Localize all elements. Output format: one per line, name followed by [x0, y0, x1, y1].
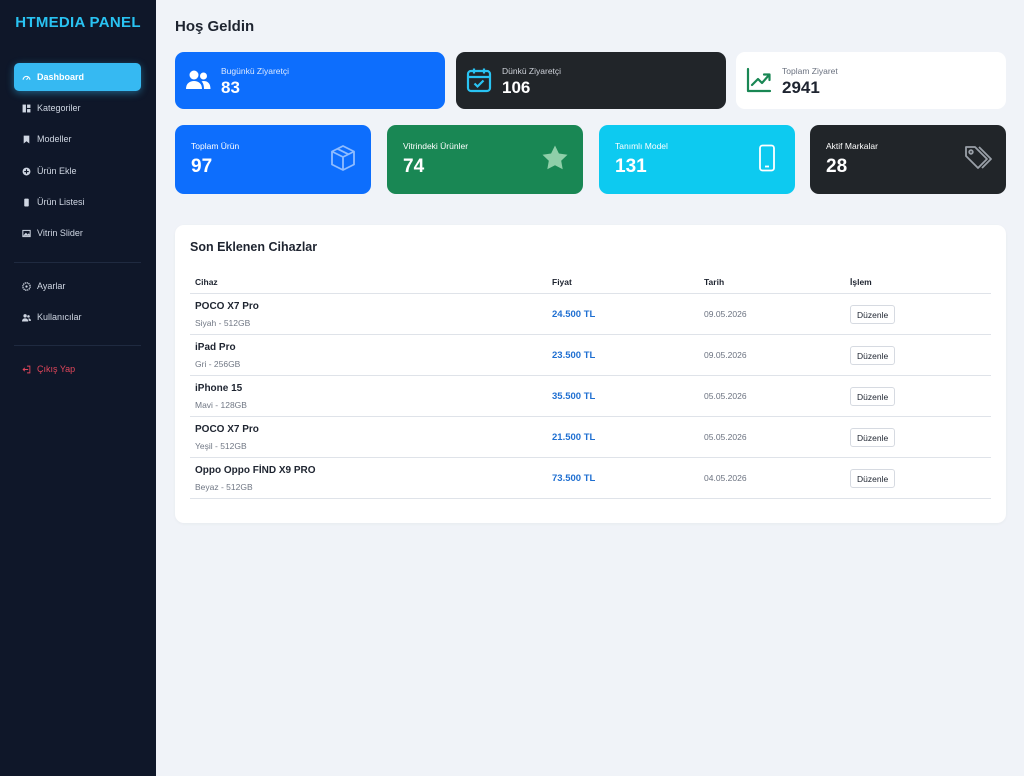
card-value: 83: [221, 78, 240, 97]
column-header-price: Fiyat: [552, 277, 572, 287]
sidebar-item-label: Ayarlar: [37, 281, 66, 291]
box-icon: [331, 145, 355, 171]
users-icon: [22, 313, 31, 322]
logout-icon: [22, 365, 31, 374]
recent-devices-panel: Son Eklenen Cihazlar Cihaz Fiyat Tarih İ…: [175, 225, 1006, 523]
device-name: POCO X7 Pro: [195, 424, 259, 435]
table-row: iPad Pro Gri - 256GB 23.500 TL 09.05.202…: [190, 335, 991, 376]
device-variant: Beyaz - 512GB: [195, 482, 253, 492]
defined-models-card: Tanımlı Model 131: [599, 125, 795, 194]
sidebar-item-label: Dashboard: [37, 72, 85, 82]
column-header-date: Tarih: [704, 277, 725, 287]
device-variant: Siyah - 512GB: [195, 318, 251, 328]
brand-logo[interactable]: HTMEDIA PANEL: [0, 14, 156, 31]
device-date: 09.05.2026: [704, 350, 747, 360]
card-label: Toplam Ziyaret: [782, 66, 838, 76]
device-date: 05.05.2026: [704, 391, 747, 401]
calendar-check-icon: [466, 68, 492, 93]
sidebar-item-label: Kullanıcılar: [37, 312, 82, 322]
total-products-card: Toplam Ürün 97: [175, 125, 371, 194]
sidebar-item-label: Ürün Ekle: [37, 166, 77, 176]
device-variant: Yeşil - 512GB: [195, 441, 247, 451]
card-label: Tanımlı Model: [615, 141, 668, 151]
edit-button[interactable]: Düzenle: [850, 428, 896, 447]
device-date: 05.05.2026: [704, 432, 747, 442]
card-value: 131: [615, 156, 647, 177]
device-date: 04.05.2026: [704, 473, 747, 483]
device-variant: Mavi - 128GB: [195, 400, 247, 410]
card-label: Vitrindeki Ürünler: [403, 141, 469, 151]
sidebar-item-vitrin-slider[interactable]: Vitrin Slider: [14, 219, 141, 247]
device-price: 73.500 TL: [552, 473, 596, 484]
image-icon: [22, 229, 31, 238]
device-name: iPad Pro: [195, 342, 236, 353]
users-icon: [186, 70, 211, 89]
row-divider: [190, 498, 991, 499]
sidebar-item-kategoriler[interactable]: Kategoriler: [14, 94, 141, 122]
sidebar-item-ayarlar[interactable]: Ayarlar: [14, 272, 141, 300]
grid-icon: [22, 104, 31, 113]
column-header-device: Cihaz: [195, 277, 218, 287]
device-price: 35.500 TL: [552, 391, 596, 402]
card-value: 2941: [782, 78, 820, 97]
device-variant: Gri - 256GB: [195, 359, 241, 369]
column-header-action: İşlem: [850, 277, 872, 287]
sidebar-item-modeller[interactable]: Modeller: [14, 125, 141, 153]
tags-icon: [965, 146, 992, 169]
edit-button[interactable]: Düzenle: [850, 305, 896, 324]
table-row: POCO X7 Pro Siyah - 512GB 24.500 TL 09.0…: [190, 294, 991, 335]
edit-button[interactable]: Düzenle: [850, 469, 896, 488]
phone-icon: [22, 198, 31, 207]
showcase-products-card: Vitrindeki Ürünler 74: [387, 125, 583, 194]
plus-circle-icon: [22, 167, 31, 176]
sidebar-item-urun-ekle[interactable]: Ürün Ekle: [14, 157, 141, 185]
device-name: POCO X7 Pro: [195, 301, 259, 312]
device-date: 09.05.2026: [704, 309, 747, 319]
device-price: 21.500 TL: [552, 432, 596, 443]
sidebar-item-label: Vitrin Slider: [37, 228, 83, 238]
card-label: Bugünkü Ziyaretçi: [221, 66, 290, 76]
sidebar-divider: [14, 345, 141, 346]
sidebar-item-kullanicilar[interactable]: Kullanıcılar: [14, 303, 141, 331]
gear-icon: [22, 281, 31, 291]
card-value: 74: [403, 156, 425, 177]
sidebar: HTMEDIA PANEL Dashboard Kategoriler Mode…: [0, 0, 156, 776]
total-visits-card: Toplam Ziyaret 2941: [736, 52, 1006, 109]
star-icon: [542, 145, 568, 170]
active-brands-card: Aktif Markalar 28: [810, 125, 1006, 194]
edit-button[interactable]: Düzenle: [850, 387, 896, 406]
sidebar-item-dashboard[interactable]: Dashboard: [14, 63, 141, 91]
sidebar-item-label: Kategoriler: [37, 103, 81, 113]
table-row: iPhone 15 Mavi - 128GB 35.500 TL 05.05.2…: [190, 376, 991, 417]
device-name: Oppo Oppo FİND X9 PRO: [195, 465, 316, 476]
gauge-icon: [22, 73, 31, 82]
sidebar-item-urun-listesi[interactable]: Ürün Listesi: [14, 188, 141, 216]
edit-button[interactable]: Düzenle: [850, 346, 896, 365]
device-price: 24.500 TL: [552, 309, 596, 320]
sidebar-item-logout[interactable]: Çıkış Yap: [14, 355, 141, 383]
panel-title: Son Eklenen Cihazlar: [190, 240, 318, 254]
card-label: Toplam Ürün: [191, 141, 240, 151]
device-name: iPhone 15: [195, 383, 243, 394]
sidebar-divider: [14, 262, 141, 263]
sidebar-item-label: Çıkış Yap: [37, 364, 76, 374]
sidebar-item-label: Modeller: [37, 134, 72, 144]
table-row: Oppo Oppo FİND X9 PRO Beyaz - 512GB 73.5…: [190, 458, 991, 499]
sidebar-item-label: Ürün Listesi: [37, 197, 85, 207]
bookmark-icon: [22, 135, 31, 144]
card-value: 106: [502, 78, 531, 97]
table-row: POCO X7 Pro Yeşil - 512GB 21.500 TL 05.0…: [190, 417, 991, 458]
device-price: 23.500 TL: [552, 350, 596, 361]
card-value: 28: [826, 156, 848, 177]
card-value: 97: [191, 156, 213, 177]
card-label: Dünkü Ziyaretçi: [502, 66, 562, 76]
yesterday-visitors-card: Dünkü Ziyaretçi 106: [456, 52, 726, 109]
phone-icon: [759, 144, 775, 172]
card-label: Aktif Markalar: [826, 141, 878, 151]
today-visitors-card: Bugünkü Ziyaretçi 83: [175, 52, 445, 109]
trend-up-icon: [746, 67, 772, 93]
page-title: Hoş Geldin: [175, 18, 255, 35]
